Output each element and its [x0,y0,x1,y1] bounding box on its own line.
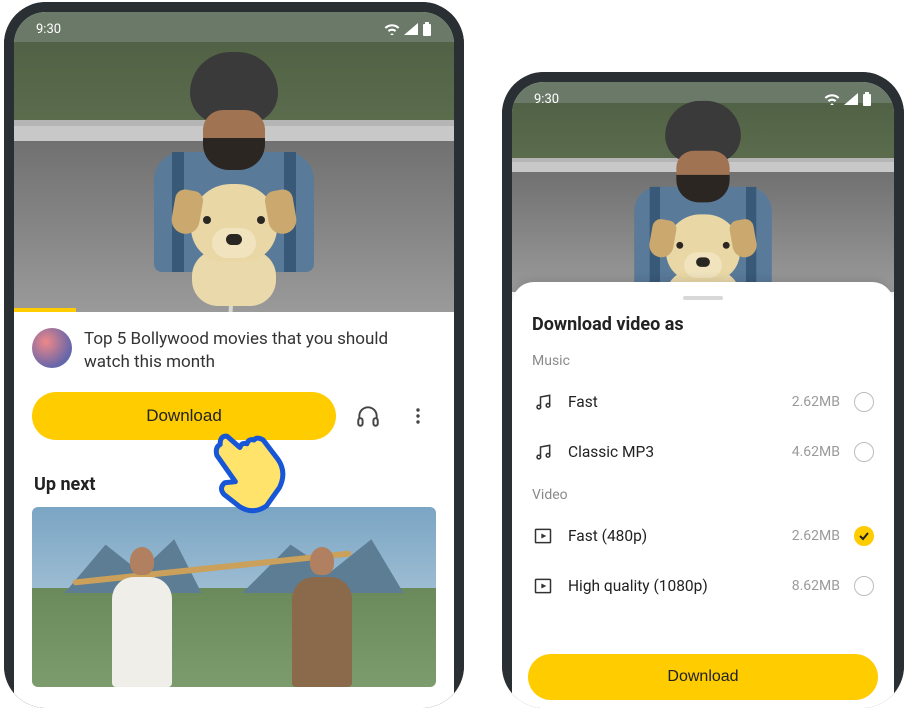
phone-download-screen: 9:30 Download video as Music Fast 2.62MB [512,82,894,708]
signal-icon [844,93,858,105]
option-label: Classic MP3 [568,443,778,461]
video-thumbnail [14,12,454,312]
video-progress-bar[interactable] [14,308,76,312]
phone-main-screen: 9:30 Top 5 Bollywood movies that you sho… [14,12,454,708]
radio-checked[interactable] [854,526,874,546]
option-label: Fast [568,393,778,411]
radio-unchecked[interactable] [854,442,874,462]
battery-icon [862,92,872,106]
download-button[interactable]: Download [32,392,336,440]
video-player[interactable]: 9:30 [14,12,454,312]
status-time: 9:30 [534,92,559,107]
action-row: Download [14,384,454,444]
option-music-fast[interactable]: Fast 2.62MB [532,377,874,427]
video-player-bg: 9:30 [512,82,894,292]
group-label-video: Video [532,487,874,503]
status-time: 9:30 [36,22,61,37]
group-label-music: Music [532,353,874,369]
radio-unchecked[interactable] [854,392,874,412]
option-video-fast[interactable]: Fast (480p) 2.62MB [532,511,874,561]
music-icon [532,391,554,413]
sheet-download-button[interactable]: Download [528,654,878,700]
option-label: Fast (480p) [568,527,778,545]
download-sheet: Download video as Music Fast 2.62MB Clas… [512,282,894,708]
option-video-hq[interactable]: High quality (1080p) 8.62MB [532,561,874,611]
listen-button[interactable] [350,398,386,434]
status-icons [824,92,872,106]
up-next-heading: Up next [14,444,454,507]
channel-avatar[interactable] [32,328,72,368]
signal-icon [404,23,418,35]
music-icon [532,441,554,463]
headphones-icon [355,403,381,429]
status-bar: 9:30 [512,82,894,116]
phone-main: 9:30 Top 5 Bollywood movies that you sho… [4,2,464,708]
video-play-icon [532,575,554,597]
option-size: 2.62MB [792,528,840,544]
option-size: 8.62MB [792,578,840,594]
status-bar: 9:30 [14,12,454,46]
phone-download-sheet: 9:30 Download video as Music Fast 2.62MB [502,72,904,708]
option-size: 4.62MB [792,444,840,460]
more-vertical-icon [408,406,428,426]
battery-icon [422,22,432,36]
up-next-video[interactable] [32,507,436,687]
radio-unchecked[interactable] [854,576,874,596]
option-label: High quality (1080p) [568,577,778,595]
wifi-icon [824,93,840,105]
status-icons [384,22,432,36]
video-play-icon [532,525,554,547]
wifi-icon [384,23,400,35]
sheet-title: Download video as [532,314,874,335]
option-size: 2.62MB [792,394,840,410]
more-options-button[interactable] [400,398,436,434]
video-title: Top 5 Bollywood movies that you should w… [84,328,436,374]
video-meta-row: Top 5 Bollywood movies that you should w… [14,312,454,384]
sheet-drag-handle[interactable] [683,296,723,300]
option-music-classic[interactable]: Classic MP3 4.62MB [532,427,874,477]
